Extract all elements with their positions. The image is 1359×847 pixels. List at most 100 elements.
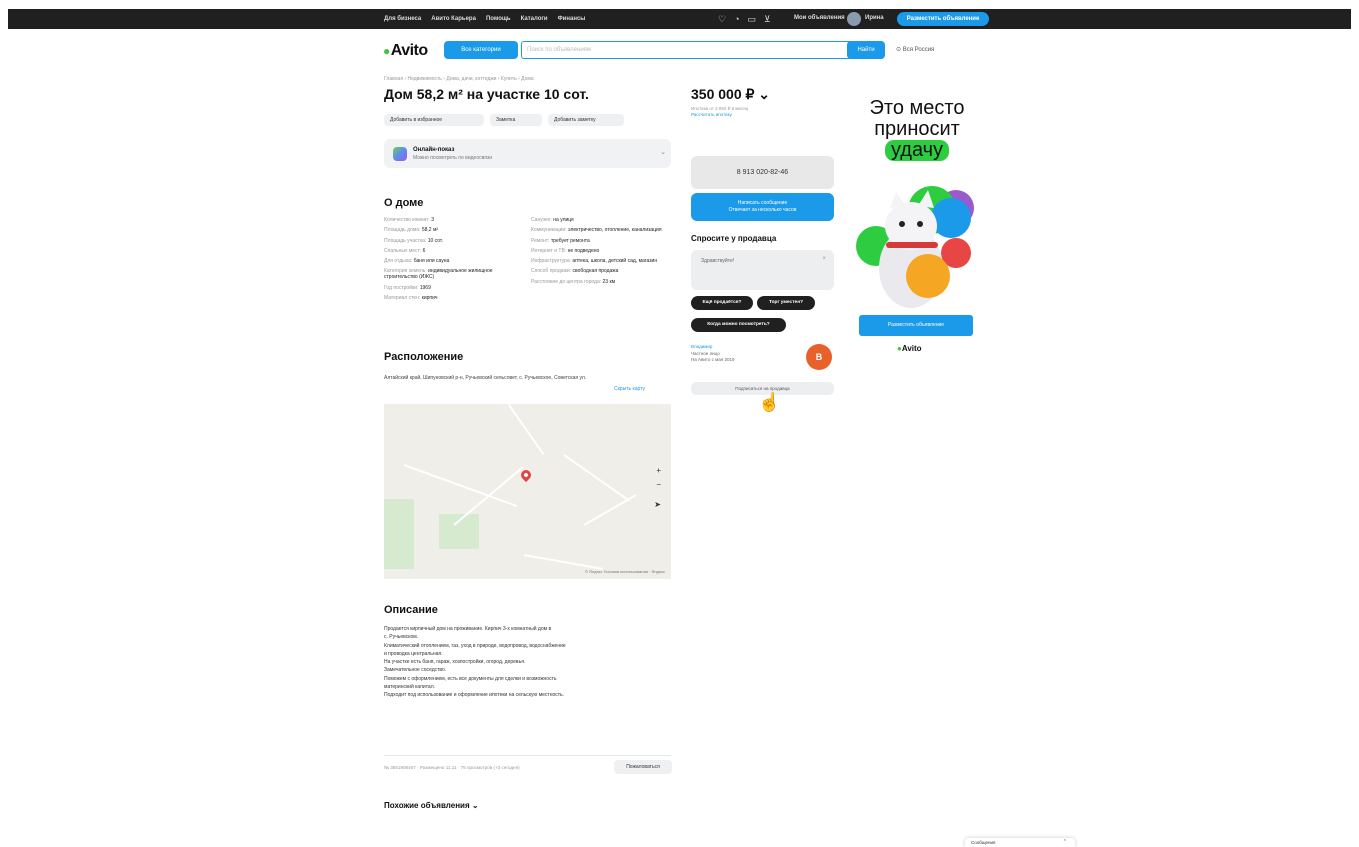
zoom-out-button[interactable]: − xyxy=(656,480,661,489)
description-line: Поможем с оформлением, есть все документ… xyxy=(384,675,557,682)
quick-question-chip[interactable]: Ещё продаётся? xyxy=(691,296,753,310)
top-nav-finance[interactable]: Финансы xyxy=(558,16,586,22)
ask-seller-input[interactable]: Здравствуйте! × xyxy=(691,250,834,290)
write-message-label: Написать сообщение xyxy=(737,200,788,206)
logo-text: Avito xyxy=(390,42,428,59)
description-line: Замечательное соседство. xyxy=(384,667,447,674)
promo-title: Онлайн-показ xyxy=(413,147,455,153)
messenger-label: Сообщения xyxy=(971,840,996,845)
online-showing-banner[interactable]: Онлайн-показ Можно посмотреть по видеосв… xyxy=(384,139,671,168)
post-ad-button[interactable]: Разместить объявление xyxy=(897,12,989,26)
map-park xyxy=(384,499,414,569)
map-road xyxy=(583,494,637,526)
param-item: Материал стен: кирпич xyxy=(384,295,438,302)
param-item: Год постройки: 1969 xyxy=(384,284,431,291)
show-phone-button[interactable]: 8 913 020-82-46 xyxy=(691,156,834,189)
lucky-cat-image xyxy=(856,186,974,308)
top-nav-catalogs[interactable]: Каталоги xyxy=(521,16,548,22)
ad-line: Это место xyxy=(869,97,965,119)
breadcrumb[interactable]: Главная › Недвижимость › Дома, дачи, кот… xyxy=(384,76,534,82)
seller-avatar[interactable]: В xyxy=(806,344,832,370)
logo-dots-icon: ● xyxy=(383,44,390,58)
chevron-down-icon: ⌄ xyxy=(660,149,666,156)
top-nav: Для бизнеса Авито Карьера Помощь Каталог… xyxy=(384,9,585,29)
top-nav-career[interactable]: Авито Карьера xyxy=(431,16,476,22)
ad-logo-text: Avito xyxy=(901,344,922,353)
seller-since: На Авито с мая 2019 xyxy=(691,357,735,362)
description-line: и проводка центральная. xyxy=(384,650,443,657)
hand-cursor-icon: ☝ xyxy=(758,392,781,412)
cart-icon[interactable]: ⊻ xyxy=(764,13,771,25)
divider xyxy=(384,755,671,756)
avito-logo[interactable]: ●Avito xyxy=(383,42,428,60)
param-item: Ремонт: требует ремонта xyxy=(531,237,590,244)
avatar[interactable] xyxy=(847,12,861,26)
write-message-button[interactable]: Написать сообщение Отвечает за несколько… xyxy=(691,193,834,221)
quick-question-chip[interactable]: Когда можно посмотреть? xyxy=(691,318,786,332)
ad-highlight: удачу xyxy=(884,140,950,161)
top-nav-business[interactable]: Для бизнеса xyxy=(384,16,421,22)
ad-banner-title[interactable]: Это место приносит удачу xyxy=(858,98,976,161)
user-name[interactable]: Ирина xyxy=(865,15,884,21)
quick-question-chip[interactable]: Торг уместен? xyxy=(757,296,815,310)
seller-info: Владимир Частное лицо На Авито с мая 201… xyxy=(691,344,734,364)
param-item: Количество комнат: 3 xyxy=(384,217,434,223)
params-left: Количество комнат: 3 Площадь дома: 58,2 … xyxy=(384,217,524,305)
map-copyright: © Яндекс Условия использования · Яндекс xyxy=(584,569,665,574)
my-ads-link[interactable]: Мои объявления xyxy=(794,15,845,21)
ad-post-button[interactable]: Разместить объявление xyxy=(859,315,973,336)
region-label: Вся Россия xyxy=(902,47,935,53)
location-heading: Расположение xyxy=(384,351,464,363)
locate-icon[interactable]: ➤ xyxy=(654,500,661,509)
param-item: Площадь участка: 10 сот. xyxy=(384,237,444,244)
similar-ads-link[interactable]: Похожие объявления ⌄ xyxy=(384,801,479,810)
params-right: Санузел: на улице Коммуникации: электрич… xyxy=(531,217,671,289)
map[interactable]: + − ➤ © Яндекс Условия использования · Я… xyxy=(384,404,671,579)
price[interactable]: 350 000 ₽ ⌄ xyxy=(691,86,770,103)
chat-icon[interactable]: ▭ xyxy=(748,13,757,25)
param-item: Санузел: на улице xyxy=(531,217,574,223)
mortgage-link[interactable]: Рассчитать ипотеку xyxy=(691,112,748,118)
all-categories-button[interactable]: Все категории xyxy=(444,41,518,59)
description-line: Климатический отоплением, газ, уход в пр… xyxy=(384,642,566,649)
param-item: Способ продажи: свободная продажа xyxy=(531,268,619,275)
ask-seller-heading: Спросите у продавца xyxy=(691,234,777,243)
report-button[interactable]: Пожаловаться xyxy=(614,760,672,774)
description-heading: Описание xyxy=(384,604,438,616)
map-road xyxy=(508,404,545,455)
messenger-tab[interactable]: Сообщения ⌃ xyxy=(965,838,1075,847)
heart-icon[interactable]: ♡ xyxy=(718,13,726,25)
note-button[interactable]: Заметка xyxy=(490,114,542,126)
description-line: Продается кирпичный дом на проживание. К… xyxy=(384,626,552,632)
bell-icon[interactable]: ◔ xyxy=(734,13,739,25)
zoom-in-button[interactable]: + xyxy=(656,466,661,475)
clear-icon[interactable]: × xyxy=(822,256,826,262)
param-item: Расстояние до центра города: 23 км xyxy=(531,278,616,285)
search-button[interactable]: Найти xyxy=(847,41,885,59)
param-item: Инфраструктура: аптека, школа, детский с… xyxy=(531,258,658,265)
add-favorite-button[interactable]: Добавить в избранное xyxy=(384,114,484,126)
promo-subtitle: Можно посмотреть по видеосвязи xyxy=(413,155,492,161)
top-nav-help[interactable]: Помощь xyxy=(486,16,511,22)
address-text: Алтайский край, Шипуновский р-н, Ручьевс… xyxy=(384,375,587,381)
search-input[interactable]: Поиск по объявлениям xyxy=(521,41,852,59)
description-line: с. Ручьевском. xyxy=(384,634,419,641)
description-text: Продается кирпичный дом на проживание. К… xyxy=(384,625,674,700)
param-item: Интернет и ТВ: не подведено xyxy=(531,247,600,254)
region-selector[interactable]: ⊙ Вся Россия xyxy=(896,46,934,53)
param-item: Коммуникации: электричество, отопление, … xyxy=(531,227,662,234)
param-item: Спальных мест: 6 xyxy=(384,247,426,254)
response-time-label: Отвечает за несколько часов xyxy=(728,207,797,213)
about-heading: О доме xyxy=(384,197,424,209)
param-item: Категория земель: индивидуальное жилищно… xyxy=(384,268,493,281)
chevron-up-icon[interactable]: ⌃ xyxy=(1063,839,1067,845)
toggle-map-link[interactable]: Скрыть карту xyxy=(614,386,645,392)
description-line: Подходит под использование и оформление … xyxy=(384,692,565,699)
top-icons: ♡ ◔ ▭ ⊻ xyxy=(718,13,771,25)
map-road xyxy=(563,454,631,502)
map-road xyxy=(523,554,603,570)
add-note-button[interactable]: Добавить заметку xyxy=(548,114,624,126)
ask-placeholder: Здравствуйте! xyxy=(701,258,735,264)
mortgage-info: Ипотека от 2 850 ₽ в месяц Рассчитать ип… xyxy=(691,106,748,118)
map-pin-icon xyxy=(518,467,534,483)
